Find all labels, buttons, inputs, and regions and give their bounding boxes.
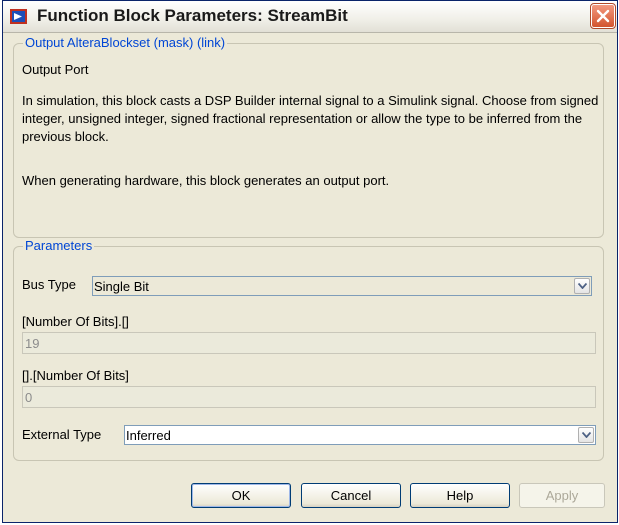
- fractional-bits-label: [].[Number Of Bits]: [22, 368, 129, 383]
- parameters-group: Parameters Bus Type Single Bit [Number O…: [13, 238, 604, 461]
- block-name: Output Port: [22, 62, 89, 77]
- window-title: Function Block Parameters: StreamBit: [37, 6, 348, 25]
- dialog-window: Function Block Parameters: StreamBit Out…: [2, 0, 618, 523]
- chevron-down-icon[interactable]: [578, 427, 594, 443]
- hardware-description: When generating hardware, this block gen…: [22, 173, 390, 188]
- mask-group-legend: Output AlteraBlockset (mask) (link): [23, 35, 228, 50]
- external-type-label: External Type: [22, 427, 102, 442]
- fractional-bits-field: 0: [22, 386, 596, 408]
- bus-type-label: Bus Type: [22, 277, 76, 292]
- ok-button[interactable]: OK: [191, 483, 291, 508]
- bus-type-value: Single Bit: [94, 279, 149, 294]
- integer-bits-label: [Number Of Bits].[]: [22, 314, 129, 329]
- bus-type-select[interactable]: Single Bit: [92, 276, 592, 296]
- fractional-bits-value: 0: [25, 390, 33, 405]
- title-bar[interactable]: Function Block Parameters: StreamBit: [3, 1, 617, 33]
- mask-description-group: Output AlteraBlockset (mask) (link) Outp…: [13, 35, 604, 238]
- external-type-value: Inferred: [126, 428, 171, 443]
- apply-button[interactable]: Apply: [519, 483, 605, 508]
- close-icon: [596, 9, 610, 23]
- integer-bits-value: 19: [25, 336, 40, 351]
- cancel-button[interactable]: Cancel: [301, 483, 401, 508]
- close-button[interactable]: [590, 3, 616, 29]
- parameters-legend: Parameters: [23, 238, 95, 253]
- integer-bits-field: 19: [22, 332, 596, 354]
- simulink-block-icon: [10, 9, 27, 24]
- help-button[interactable]: Help: [410, 483, 510, 508]
- block-description: In simulation, this block casts a DSP Bu…: [22, 93, 599, 144]
- external-type-select[interactable]: Inferred: [124, 425, 596, 445]
- chevron-down-icon[interactable]: [574, 278, 590, 294]
